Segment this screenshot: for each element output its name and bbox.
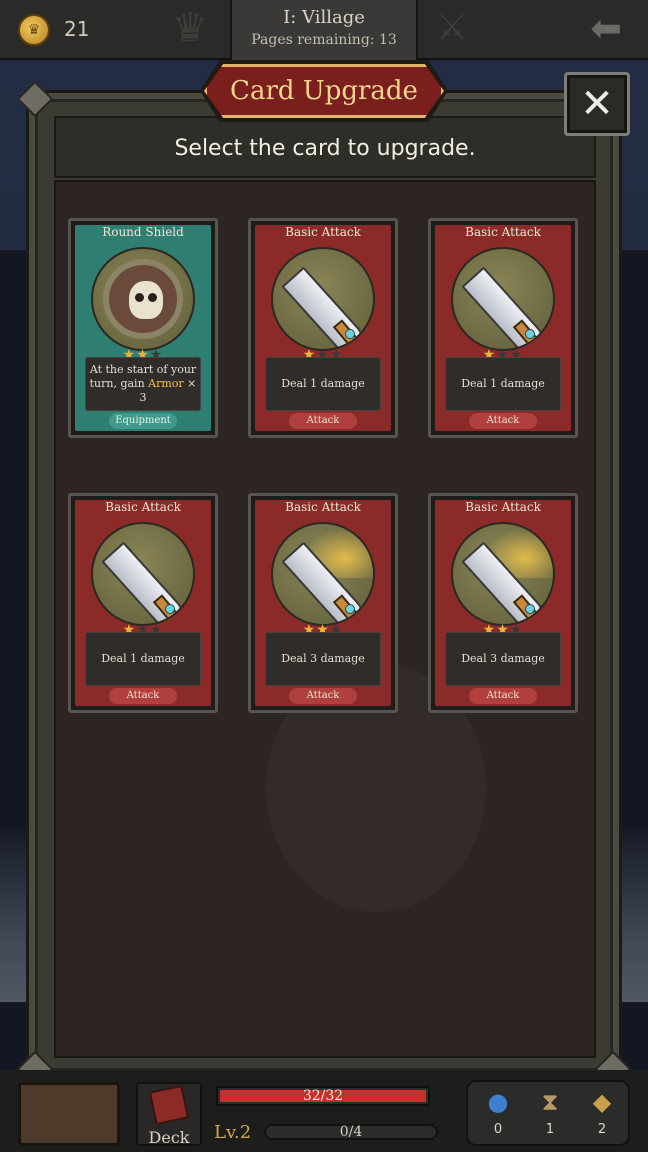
card-description-text: Deal 3 damage — [461, 652, 545, 665]
card-basic-attack[interactable]: Basic Attack ★★★ Deal 1 damage Attack — [248, 218, 398, 438]
pages-remaining: Pages remaining: 13 — [251, 32, 397, 48]
gem-icon — [525, 329, 535, 339]
card-title: Basic Attack — [465, 225, 541, 239]
map-icon: ◆ — [592, 1088, 612, 1116]
card-description: Deal 3 damage — [445, 632, 561, 686]
card-basic-attack[interactable]: Basic Attack ★★★ Deal 1 damage Attack — [428, 218, 578, 438]
card-keyword: Armor — [148, 377, 184, 390]
card-type-tag: Attack — [289, 688, 357, 704]
card-type-tag: Equipment — [109, 413, 177, 429]
card-description-text: Deal 1 damage — [101, 652, 185, 665]
crown-icon[interactable]: ♛ — [168, 6, 212, 50]
deck-button[interactable]: Deck — [136, 1082, 202, 1147]
card-title: Basic Attack — [285, 225, 361, 239]
sword-icon[interactable]: ⚔ — [432, 6, 472, 50]
dialog-subtitle: Select the card to upgrade. — [174, 136, 476, 161]
gem-icon — [165, 604, 175, 614]
coin-count: 21 — [64, 17, 90, 41]
potion-icon: ● — [487, 1088, 509, 1116]
sword-art — [271, 247, 375, 351]
hourglass-count: 1 — [545, 1122, 555, 1137]
level-label: Lv.2 — [214, 1122, 252, 1143]
map-count: 2 — [597, 1122, 607, 1137]
bag-button[interactable] — [18, 1082, 120, 1146]
card-description: At the start of your turn, gain Armor × … — [85, 357, 201, 411]
back-arrow-icon[interactable]: ⬅ — [584, 8, 628, 48]
card-description-text: Deal 1 damage — [281, 377, 365, 390]
card-basic-attack[interactable]: Basic Attack ★★★ Deal 1 damage Attack — [68, 493, 218, 713]
card-description-text: Deal 1 damage — [461, 377, 545, 390]
card-type-tag: Attack — [109, 688, 177, 704]
sword-art — [271, 522, 375, 626]
gem-icon — [345, 329, 355, 339]
coin-icon: ♛ — [18, 14, 50, 46]
gem-icon — [525, 604, 535, 614]
potion-count: 0 — [493, 1122, 503, 1137]
inventory-box: ● 0 ⧗ 1 ◆ 2 — [466, 1080, 630, 1146]
sword-art — [91, 522, 195, 626]
card-type-tag: Attack — [469, 413, 537, 429]
stage-info: I: Village Pages remaining: 13 — [230, 0, 418, 60]
card-title: Basic Attack — [465, 500, 541, 514]
gem-icon — [345, 604, 355, 614]
sword-art — [451, 522, 555, 626]
card-type-tag: Attack — [469, 688, 537, 704]
card-description: Deal 1 damage — [265, 357, 381, 411]
inventory-slot-potion[interactable]: ● 0 — [478, 1088, 518, 1146]
card-description: Deal 1 damage — [85, 632, 201, 686]
dialog-title: Card Upgrade — [230, 76, 418, 106]
card-description: Deal 3 damage — [265, 632, 381, 686]
inventory-slot-map[interactable]: ◆ 2 — [582, 1088, 622, 1146]
stage-title: I: Village — [283, 7, 365, 28]
close-icon: ✕ — [580, 81, 614, 127]
sword-art — [451, 247, 555, 351]
close-button[interactable]: ✕ — [564, 72, 630, 136]
card-title: Basic Attack — [105, 500, 181, 514]
xp-text: 0/4 — [339, 1124, 363, 1140]
card-basic-attack[interactable]: Basic Attack ★★★ Deal 3 damage Attack — [248, 493, 398, 713]
deck-label: Deck — [148, 1128, 190, 1147]
card-basic-attack[interactable]: Basic Attack ★★★ Deal 3 damage Attack — [428, 493, 578, 713]
card-round-shield[interactable]: Round Shield ★★★ At the start of your turn… — [68, 218, 218, 438]
hourglass-icon: ⧗ — [541, 1088, 559, 1116]
xp-bar: 0/4 — [264, 1124, 438, 1140]
shield-icon — [103, 259, 183, 339]
top-bar: ♛ 21 ♛ I: Village Pages remaining: 13 ⚔ … — [0, 0, 648, 60]
shield-art — [91, 247, 195, 351]
deck-icon — [148, 1084, 190, 1126]
card-type-tag: Attack — [289, 413, 357, 429]
card-description: Deal 1 damage — [445, 357, 561, 411]
hp-bar: 32/32 — [216, 1086, 430, 1106]
inventory-slot-hourglass[interactable]: ⧗ 1 — [530, 1088, 570, 1146]
hp-text: 32/32 — [302, 1088, 344, 1104]
card-title: Round Shield — [102, 225, 184, 239]
title-plate: Card Upgrade — [204, 64, 444, 118]
card-title: Basic Attack — [285, 500, 361, 514]
skull-icon — [129, 281, 163, 319]
card-description-text: Deal 3 damage — [281, 652, 365, 665]
